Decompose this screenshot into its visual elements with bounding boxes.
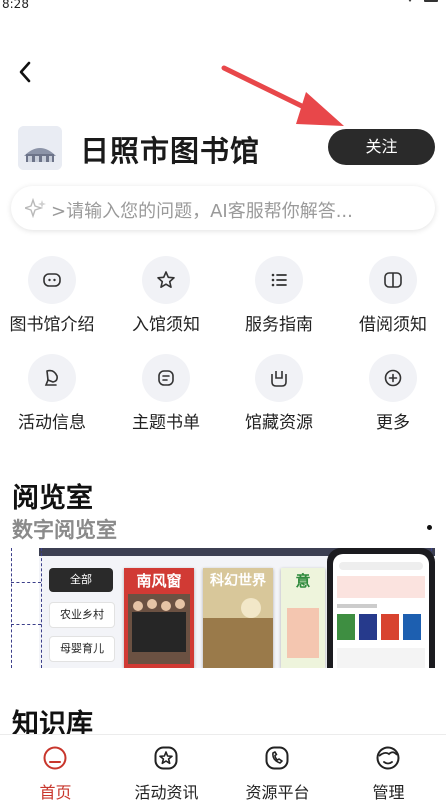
bottom-nav: 首页 活动资讯 资源平台 管理 [0, 734, 446, 805]
banner-menu-item: 农业乡村 [49, 602, 115, 628]
quick-link-label: 借阅须知 [359, 315, 427, 335]
magazine-cover: 意 [281, 568, 325, 668]
magazine-cover: 科幻世界 [203, 568, 273, 668]
nav-label: 首页 [39, 783, 72, 802]
library-name: 日照市图书馆 [80, 134, 261, 168]
plus-circle-icon [384, 369, 402, 387]
banner-menu-item: 全部 [49, 568, 113, 592]
nav-activity-news[interactable]: 活动资讯 [111, 735, 222, 805]
follow-button[interactable]: 关注 [328, 129, 435, 165]
ai-search-input[interactable]: >请输入您的问题，AI客服帮你解答... [11, 186, 435, 230]
back-arrow-icon[interactable] [14, 58, 38, 86]
digital-reading-room-banner[interactable]: 全部 农业乡村 母婴育儿 南风窗 科幻世界 意 [11, 548, 435, 668]
digital-reading-room-subtitle[interactable]: 数字阅览室 [12, 514, 117, 544]
manage-icon [376, 746, 400, 770]
collection-icon [271, 371, 287, 387]
nav-home[interactable]: 首页 [0, 735, 111, 805]
status-bar: 8:28 [0, 0, 446, 16]
booklist-icon [158, 370, 174, 386]
quick-link-activity-info[interactable]: 活动信息 [0, 354, 112, 440]
banner-category-menu: 全部 农业乡村 母婴育儿 [49, 566, 117, 668]
quick-link-entry-notice[interactable]: 入馆须知 [114, 256, 226, 342]
list-icon [271, 273, 287, 287]
nav-manage[interactable]: 管理 [333, 735, 444, 805]
quick-link-label: 馆藏资源 [245, 413, 313, 433]
quick-link-service-guide[interactable]: 服务指南 [227, 256, 339, 342]
activity-news-icon [154, 746, 178, 770]
home-icon [43, 746, 67, 770]
annotation-arrow-icon [221, 65, 344, 126]
banner-menu-item: 母婴育儿 [49, 636, 115, 662]
quick-link-label: 图书馆介绍 [9, 315, 95, 335]
ai-sparkle-icon [25, 198, 46, 218]
quick-link-label: 活动信息 [18, 413, 86, 433]
status-time: 8:28 [2, 0, 29, 11]
quick-link-label: 服务指南 [245, 315, 313, 335]
quick-link-label: 更多 [376, 413, 410, 433]
book-icon [384, 272, 402, 288]
quick-link-label: 主题书单 [132, 413, 200, 433]
nav-label: 活动资讯 [134, 783, 199, 802]
magazine-title: 科幻世界 [210, 573, 266, 589]
nav-label: 资源平台 [245, 783, 310, 802]
magazine-cover: 南风窗 [124, 568, 194, 668]
indicator-dot [427, 525, 432, 530]
phone-mockup [327, 548, 435, 668]
reading-room-title: 阅览室 [12, 483, 93, 514]
library-intro-icon [43, 273, 61, 287]
nav-label: 管理 [372, 783, 405, 802]
quick-link-borrow-notice[interactable]: 借阅须知 [341, 256, 446, 342]
star-icon [157, 271, 175, 288]
quick-link-label: 入馆须知 [132, 315, 200, 335]
quick-link-collection[interactable]: 馆藏资源 [227, 354, 339, 440]
search-placeholder: >请输入您的问题，AI客服帮你解答... [51, 201, 353, 222]
quick-link-library-intro[interactable]: 图书馆介绍 [0, 256, 112, 342]
library-logo [18, 126, 62, 170]
quick-link-more[interactable]: 更多 [341, 354, 446, 440]
quick-link-theme-booklist[interactable]: 主题书单 [114, 354, 226, 440]
activity-icon [44, 369, 58, 386]
resource-platform-icon [265, 746, 289, 770]
nav-resource-platform[interactable]: 资源平台 [222, 735, 333, 805]
status-icons [408, 0, 438, 2]
